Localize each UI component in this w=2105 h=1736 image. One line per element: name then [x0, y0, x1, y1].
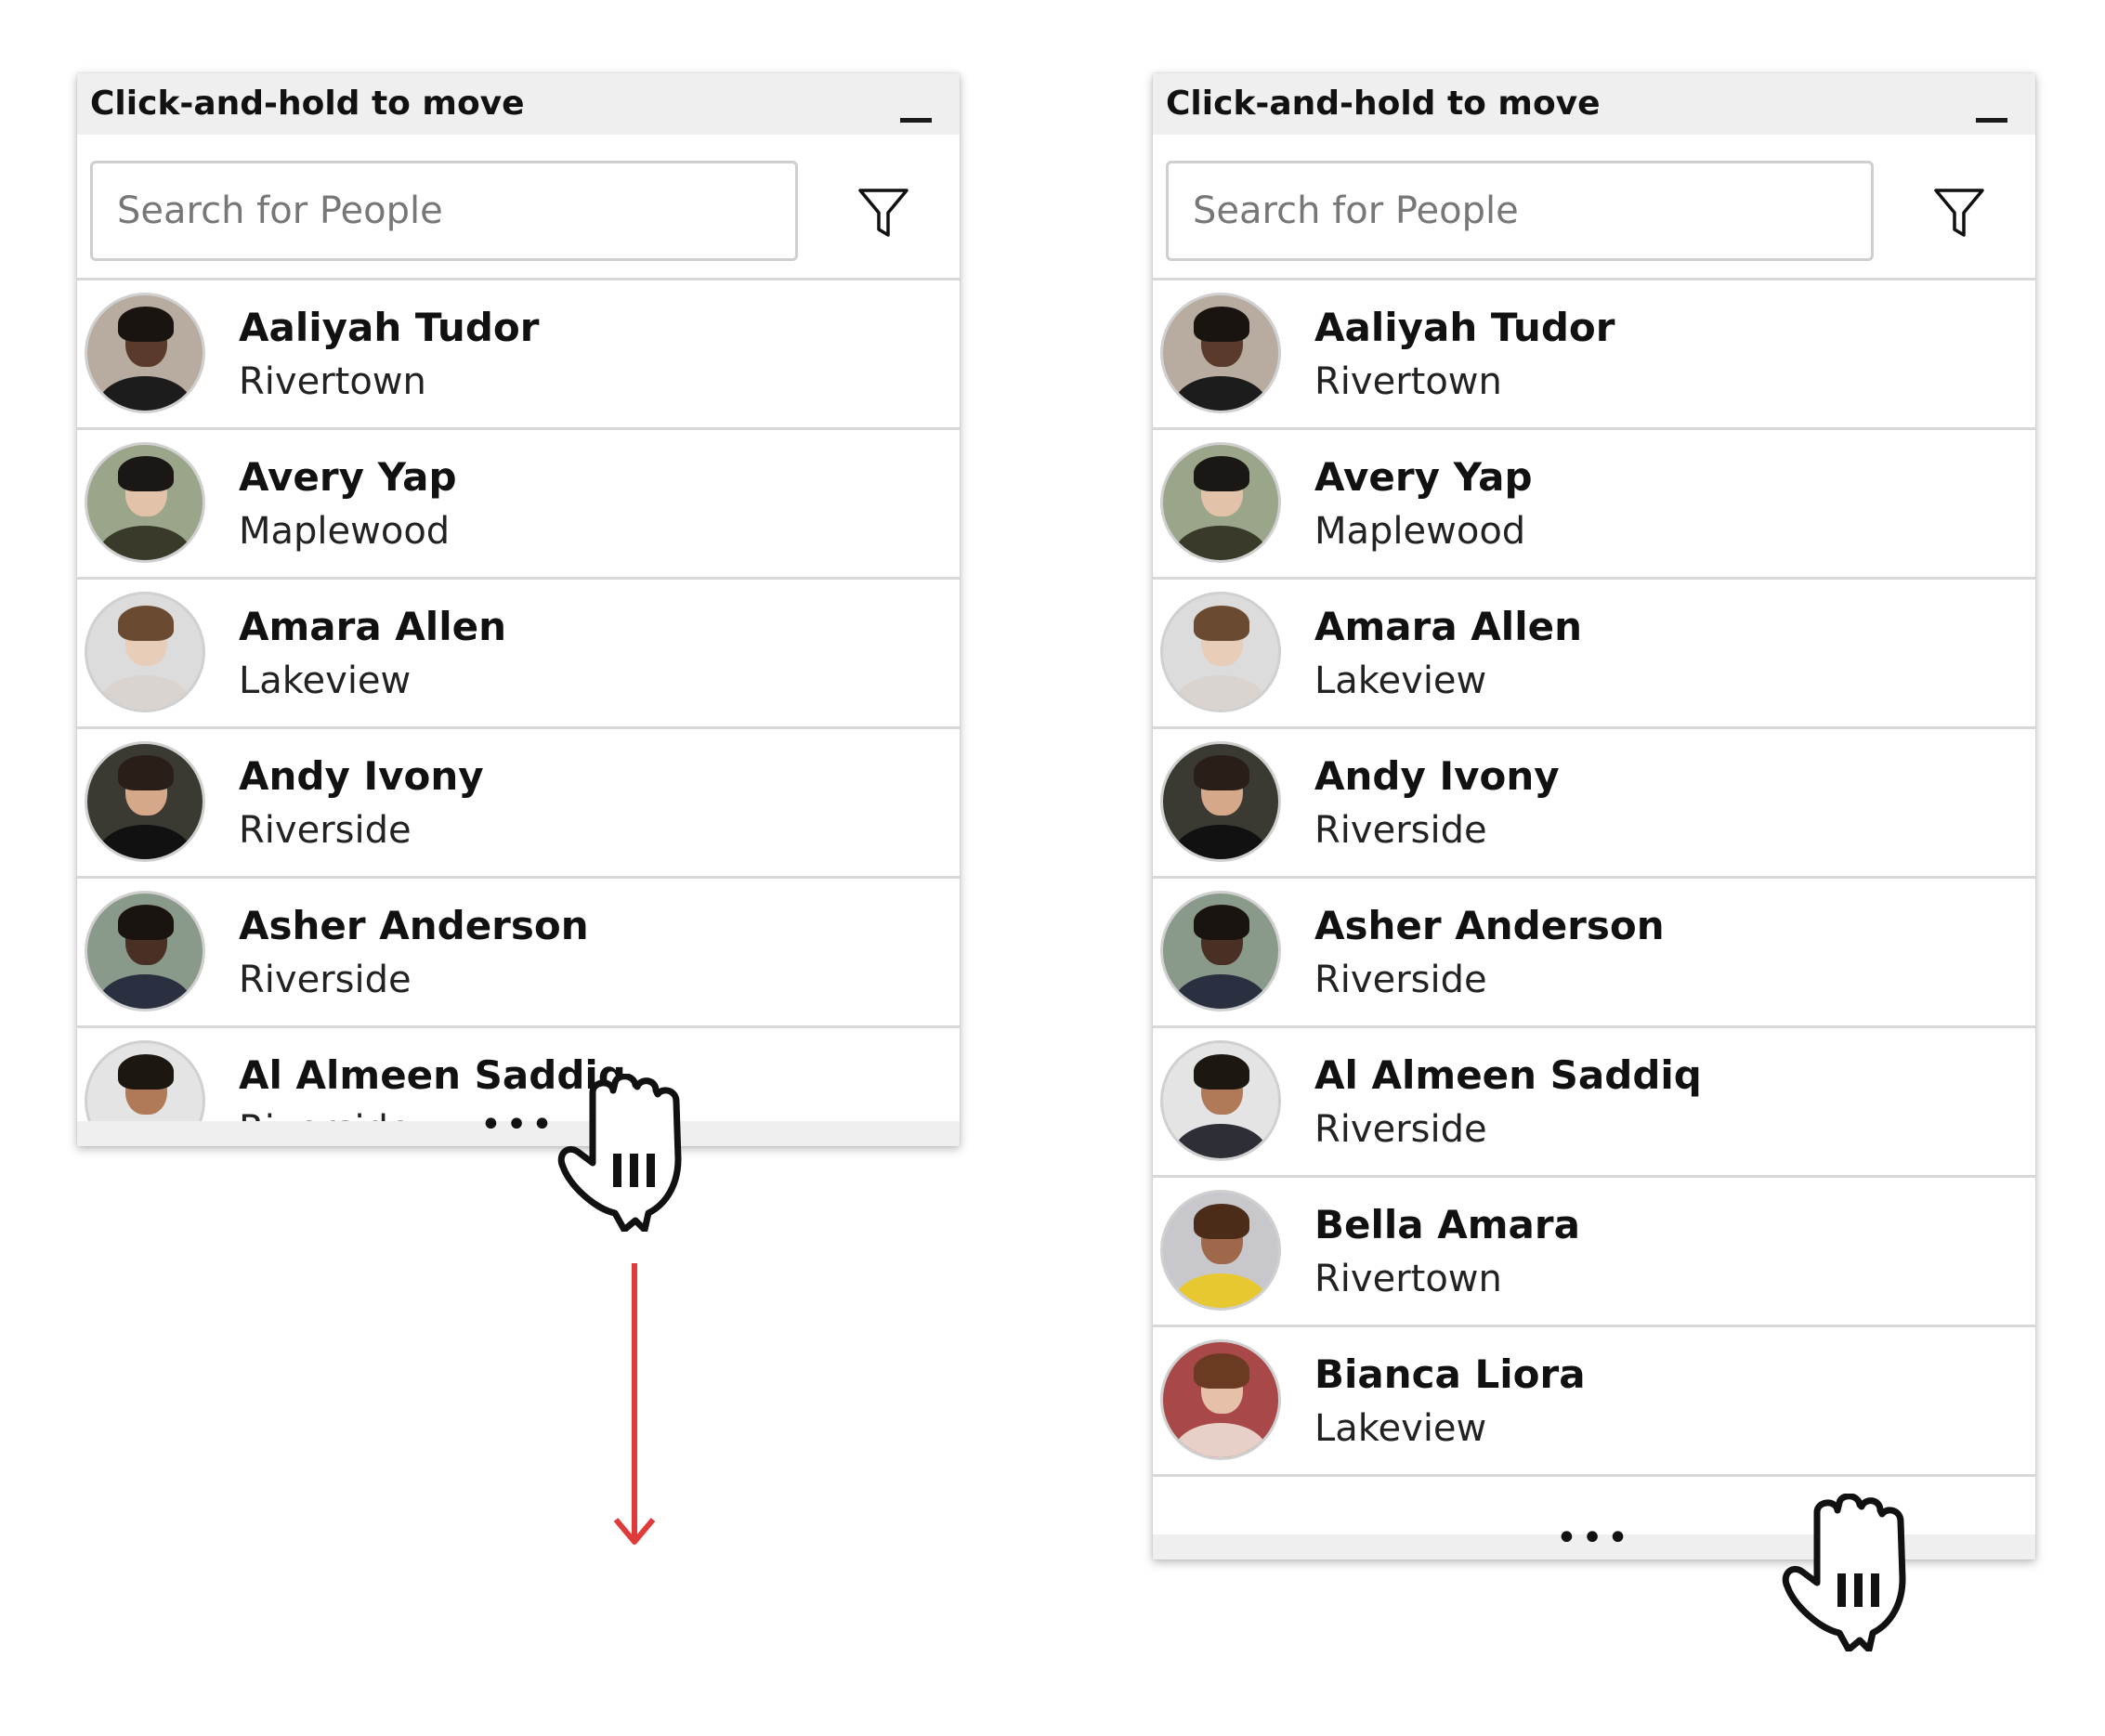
- person-location: Lakeview: [1314, 1407, 1487, 1450]
- minimize-icon[interactable]: [900, 118, 932, 123]
- list-item[interactable]: Asher Anderson Riverside: [1153, 879, 2035, 1028]
- avatar: [85, 891, 205, 1012]
- person-name: Andy Ivony: [239, 753, 484, 799]
- person-name: Al Almeen Saddiq: [1314, 1052, 1702, 1098]
- list-item[interactable]: Andy Ivony Riverside: [77, 729, 960, 879]
- people-panel-expanded: Click-and-hold to move Aaliyah Tudor Rive…: [1153, 73, 2035, 1560]
- person-location: Riverside: [239, 809, 412, 852]
- avatar: [85, 592, 205, 712]
- avatar: [1160, 1190, 1281, 1311]
- list-item[interactable]: Aaliyah Tudor Rivertown: [77, 281, 960, 430]
- people-panel-collapsed: Click-and-hold to move Aaliyah Tudor Rive…: [77, 73, 960, 1146]
- person-name: Asher Anderson: [239, 903, 589, 948]
- panel-titlebar[interactable]: Click-and-hold to move: [77, 73, 960, 135]
- avatar: [85, 293, 205, 413]
- list-item[interactable]: Asher Anderson Riverside: [77, 879, 960, 1028]
- avatar: [1160, 592, 1281, 712]
- list-item[interactable]: Avery Yap Maplewood: [77, 430, 960, 580]
- person-location: Rivertown: [239, 360, 426, 403]
- more-handle-icon[interactable]: •••: [1556, 1520, 1633, 1557]
- person-name: Asher Anderson: [1314, 903, 1665, 948]
- list-item[interactable]: Amara Allen Lakeview: [77, 580, 960, 729]
- person-location: Maplewood: [239, 510, 451, 553]
- person-location: Rivertown: [1314, 1258, 1502, 1300]
- person-name: Bianca Liora: [1314, 1351, 1586, 1397]
- avatar: [1160, 891, 1281, 1012]
- person-name: Bella Amara: [1314, 1202, 1580, 1247]
- person-location: Maplewood: [1314, 510, 1526, 553]
- search-bar: [77, 135, 960, 281]
- panel-title: Click-and-hold to move: [90, 85, 525, 123]
- list-item[interactable]: Bianca Liora Lakeview: [1153, 1327, 2035, 1477]
- person-name: Avery Yap: [239, 454, 457, 500]
- person-name: Avery Yap: [1314, 454, 1533, 500]
- person-name: Amara Allen: [1314, 604, 1582, 649]
- panel-resize-handle[interactable]: •••: [77, 1106, 960, 1146]
- avatar: [85, 442, 205, 563]
- person-location: Riverside: [1314, 809, 1487, 852]
- list-item[interactable]: Aaliyah Tudor Rivertown: [1153, 281, 2035, 430]
- minimize-icon[interactable]: [1976, 118, 2007, 123]
- person-location: Riverside: [239, 959, 412, 1001]
- avatar: [1160, 1040, 1281, 1161]
- list-item[interactable]: Bella Amara Rivertown: [1153, 1178, 2035, 1327]
- avatar: [1160, 442, 1281, 563]
- panel-title: Click-and-hold to move: [1166, 85, 1601, 123]
- search-input[interactable]: [90, 161, 798, 261]
- more-handle-icon[interactable]: •••: [480, 1106, 557, 1143]
- person-location: Riverside: [1314, 959, 1487, 1001]
- list-item[interactable]: Andy Ivony Riverside: [1153, 729, 2035, 879]
- list-item[interactable]: Amara Allen Lakeview: [1153, 580, 2035, 729]
- person-location: Rivertown: [1314, 360, 1502, 403]
- grab-hand-cursor-icon: [1782, 1494, 1906, 1651]
- filter-icon[interactable]: [1931, 185, 1987, 241]
- avatar: [85, 741, 205, 862]
- people-list: Aaliyah Tudor Rivertown Avery Yap Maplewood…: [77, 281, 960, 1146]
- search-bar: [1153, 135, 2035, 281]
- avatar: [1160, 741, 1281, 862]
- person-name: Aaliyah Tudor: [239, 305, 540, 350]
- person-location: Lakeview: [1314, 659, 1487, 702]
- list-item[interactable]: Al Almeen Saddiq Riverside: [1153, 1028, 2035, 1178]
- filter-icon[interactable]: [856, 185, 911, 241]
- person-location: Lakeview: [239, 659, 412, 702]
- panel-titlebar[interactable]: Click-and-hold to move: [1153, 73, 2035, 135]
- person-name: Andy Ivony: [1314, 753, 1560, 799]
- avatar: [1160, 293, 1281, 413]
- grab-hand-cursor-icon: [557, 1074, 682, 1232]
- people-list: Aaliyah Tudor Rivertown Avery Yap Maplewood…: [1153, 281, 2035, 1477]
- person-location: Riverside: [1314, 1108, 1487, 1151]
- person-name: Amara Allen: [239, 604, 506, 649]
- search-input[interactable]: [1166, 161, 1874, 261]
- avatar: [1160, 1339, 1281, 1460]
- list-item[interactable]: Avery Yap Maplewood: [1153, 430, 2035, 580]
- down-arrow-icon: [613, 1263, 656, 1545]
- person-name: Aaliyah Tudor: [1314, 305, 1615, 350]
